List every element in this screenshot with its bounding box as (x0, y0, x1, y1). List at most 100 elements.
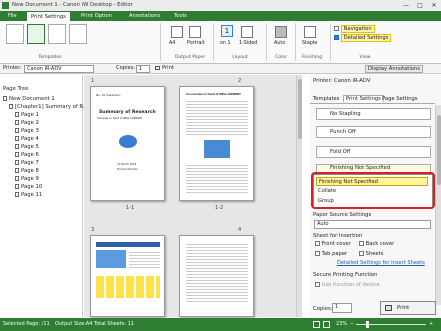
paper-size-icon[interactable] (171, 26, 183, 38)
back-cover-checkbox[interactable] (359, 241, 364, 246)
tree-page-item[interactable]: Page 8 (15, 168, 39, 174)
p3-banner (96, 242, 160, 247)
panel-copies-input[interactable]: 1 (332, 303, 352, 313)
properties-scroll-thumb[interactable] (437, 115, 441, 185)
print-side-icon[interactable] (241, 26, 253, 38)
prop-tab-page-settings[interactable]: Page Settings (382, 96, 417, 102)
tree-root[interactable]: New Document 1 (3, 96, 55, 102)
tree-page-item[interactable]: Page 6 (15, 152, 39, 158)
canvas-scrollbar[interactable] (296, 75, 302, 317)
page-icon (15, 144, 19, 149)
zoom-in-button[interactable]: + (429, 321, 433, 327)
pages-per-sheet-icon[interactable]: 1 (221, 25, 233, 37)
sheets-toggle[interactable]: Sheets (359, 251, 383, 257)
page-caption-1: 1-1 (126, 205, 135, 211)
template-thumb-2[interactable] (27, 24, 45, 44)
page-icon (15, 152, 19, 157)
tree-page-label: Page 11 (21, 192, 43, 198)
tab-paper-toggle[interactable]: Tab paper (315, 251, 347, 257)
status-selected-page: Selected Page: /11 (3, 321, 50, 327)
copies-input[interactable]: 1 (136, 65, 150, 73)
tab-print-settings[interactable]: Print Settings (26, 11, 71, 21)
tree-page-label: Page 2 (21, 120, 39, 126)
zoom-slider-thumb[interactable] (366, 321, 369, 328)
tab-file[interactable]: File (4, 11, 21, 21)
fold-select[interactable]: Fold Off (316, 146, 431, 158)
window-title: New Document 1 - Canon iW Desktop - Edit… (12, 2, 133, 8)
paper-size-label[interactable]: A4 (169, 41, 175, 46)
display-annotations-button[interactable]: Display Annotations (365, 65, 423, 73)
tree-page-item[interactable]: Page 11 (15, 192, 42, 198)
status-bar: Selected Page: /11 Output Size:A4 Total … (0, 318, 441, 331)
back-cover-toggle[interactable]: Back cover (359, 241, 394, 247)
template-thumb-3[interactable] (48, 24, 66, 44)
chapter-icon (9, 104, 13, 109)
prop-tab-print-settings[interactable]: Print Settings (343, 95, 384, 102)
tree-page-item[interactable]: Page 1 (15, 112, 39, 118)
template-thumb-4[interactable] (69, 24, 87, 44)
navigation-toggle[interactable]: Navigation (334, 25, 375, 33)
orientation-icon[interactable] (189, 26, 201, 38)
canvas-scroll-thumb[interactable] (298, 79, 302, 139)
tab-paper-label: Tab paper (321, 251, 348, 257)
printer-select[interactable]: Canon iR-ADV (24, 65, 94, 73)
staple-label[interactable]: Staple (302, 41, 317, 46)
back-cover-label: Back cover (365, 241, 395, 247)
page-thumbnail-2[interactable]: An overview on trend of WELL-COMPANY (179, 86, 254, 201)
tree-page-item[interactable]: Page 5 (15, 144, 39, 150)
properties-printer: Printer: Canon iR-ADV (313, 78, 371, 84)
tab-paper-checkbox[interactable] (315, 251, 320, 256)
prop-tab-divider (310, 103, 435, 104)
fit-page-icon[interactable] (313, 321, 320, 328)
paper-source-select[interactable]: Auto (314, 220, 431, 229)
tree-page-item[interactable]: Page 7 (15, 160, 39, 166)
punch-select[interactable]: Punch Off (316, 126, 431, 138)
page-thumbnail-4[interactable] (179, 235, 254, 317)
tree-page-item[interactable]: Page 2 (15, 120, 39, 126)
zoom-out-button[interactable]: − (350, 321, 354, 327)
front-cover-toggle[interactable]: Front cover (315, 241, 351, 247)
page-icon (15, 192, 19, 197)
tree-page-label: Page 5 (21, 144, 39, 150)
front-cover-checkbox[interactable] (315, 241, 320, 246)
staple-icon[interactable] (304, 26, 316, 38)
tree-page-item[interactable]: Page 10 (15, 184, 42, 190)
prop-tab-templates[interactable]: Templates (313, 96, 339, 102)
fit-width-icon[interactable] (323, 321, 330, 328)
navigation-checkbox[interactable] (334, 26, 339, 31)
tree-page-label: Page 7 (21, 160, 39, 166)
maximize-button[interactable]: □ (413, 0, 427, 11)
detailed-insert-link[interactable]: Detailed Settings for Insert Sheets (337, 260, 425, 266)
template-thumb-1[interactable] (6, 24, 24, 44)
page-thumbnail-1[interactable]: No. 19 Inspection Summary of Research Ov… (90, 86, 165, 201)
use-function-checkbox[interactable] (315, 282, 320, 287)
use-function-toggle[interactable]: Use function of device (315, 282, 380, 288)
stapling-select[interactable]: No Stapling (316, 108, 431, 120)
p1-footer-1: 21 March 2014 (117, 163, 137, 166)
tree-page-item[interactable]: Page 9 (15, 176, 39, 182)
detailed-settings-checkbox[interactable] (334, 35, 339, 40)
tab-tools[interactable]: Tools (170, 11, 191, 21)
print-toolbar-button[interactable]: Print (155, 65, 174, 71)
page-thumbnail-3[interactable] (90, 235, 165, 317)
tab-print-option[interactable]: Print Option (77, 11, 116, 21)
print-side-label[interactable]: 1-Sided (239, 41, 257, 46)
tree-chapter[interactable]: [Chapter1] Summary of R... (9, 104, 88, 110)
orientation-label[interactable]: Portrait (187, 41, 205, 46)
tab-annotations[interactable]: Annotations (125, 11, 164, 21)
panel-print-button[interactable]: Print (380, 301, 436, 315)
tree-page-item[interactable]: Page 4 (15, 136, 39, 142)
detailed-settings-toggle[interactable]: Detailed Settings (334, 34, 392, 42)
color-mode-icon[interactable] (275, 26, 287, 38)
color-mode-label[interactable]: Auto (274, 41, 285, 46)
properties-scrollbar[interactable] (435, 105, 441, 305)
status-total-sheets: Total Sheets: 11 (94, 321, 134, 327)
tree-page-label: Page 4 (21, 136, 39, 142)
p2-photo (204, 140, 230, 158)
sheets-checkbox[interactable] (359, 251, 364, 256)
minimize-button[interactable]: — (399, 0, 413, 11)
pages-on-label[interactable]: on 1 (220, 41, 231, 46)
tree-page-item[interactable]: Page 3 (15, 128, 39, 134)
close-button[interactable]: ✕ (427, 0, 441, 11)
zoom-slider[interactable] (356, 321, 426, 328)
